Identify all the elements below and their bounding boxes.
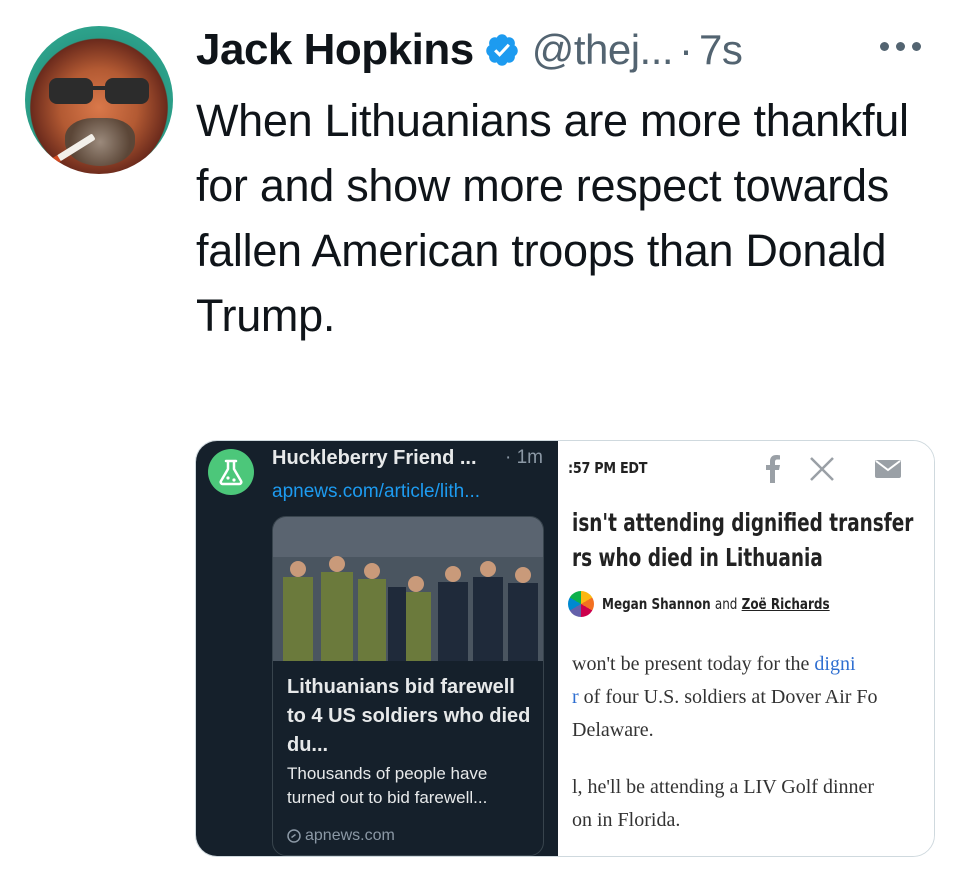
embedded-account-name: Huckleberry Friend ... (272, 447, 477, 469)
card-source-domain: apnews.com (305, 827, 395, 844)
byline-authors: Megan Shannon and Zoë Richards (602, 595, 830, 613)
avatar[interactable] (25, 26, 173, 174)
link-card: Lithuanians bid farewell to 4 US soldier… (272, 516, 544, 856)
tweet-header: Jack Hopkins @thej... · 7s (196, 22, 743, 78)
screenshot-right-pane: :57 PM EDT isn't attending dignified tra… (558, 441, 934, 856)
user-handle[interactable]: @thej... (532, 26, 674, 74)
separator-dot: · (679, 26, 694, 73)
link-icon (287, 829, 301, 843)
article-body-line: l, he'll be attending a LIV Golf dinner (572, 776, 875, 798)
tweet-timestamp[interactable]: 7s (699, 26, 743, 74)
author-name: Megan Shannon (602, 595, 711, 613)
email-icon (868, 449, 908, 489)
tweet-media-image[interactable]: Huckleberry Friend ... · 1m apnews.com/a… (195, 440, 935, 857)
nbc-peacock-icon (568, 591, 594, 617)
beard-graphic (65, 118, 135, 166)
article-link: r (572, 686, 579, 708)
embedded-link: apnews.com/article/lith... (272, 481, 481, 502)
article-body-line: won't be present today for the digni (572, 648, 934, 681)
x-icon (802, 449, 842, 489)
embedded-time: · 1m (505, 447, 543, 468)
card-title: Lithuanians bid farewell to 4 US soldier… (287, 676, 531, 756)
verified-badge-icon (485, 34, 518, 66)
author-and: and (714, 595, 738, 613)
article-headline: isn't attending dignified transfer rs wh… (572, 505, 914, 575)
soldiers-photo (273, 517, 543, 661)
article-byline: Megan Shannon and Zoë Richards (568, 591, 887, 617)
facebook-icon (753, 449, 793, 489)
flask-avatar-icon (208, 449, 254, 495)
card-description: Thousands of people have turned out to b… (287, 764, 488, 807)
sunglasses-graphic (49, 78, 149, 104)
headline-line: isn't attending dignified transfer (572, 508, 914, 537)
more-options-icon[interactable] (880, 34, 932, 58)
headline-line: rs who died in Lithuania (572, 543, 823, 572)
author-name: Zoë Richards (741, 595, 830, 613)
article-text: of four U.S. soldiers at Dover Air Fo (578, 686, 878, 708)
article-text: won't be present today for the (572, 653, 815, 675)
article-link: digni (814, 653, 856, 675)
display-name[interactable]: Jack Hopkins (196, 25, 474, 75)
article-time: :57 PM EDT (568, 459, 648, 477)
article-body-line: Delaware. (572, 719, 654, 741)
screenshot-left-pane: Huckleberry Friend ... · 1m apnews.com/a… (196, 441, 558, 856)
tweet-text: When Lithuanians are more thankful for a… (196, 95, 909, 341)
article-body-line: r of four U.S. soldiers at Dover Air Fo (572, 681, 934, 714)
card-source: apnews.com (287, 827, 395, 845)
article-body-line: on in Florida. (572, 809, 681, 831)
